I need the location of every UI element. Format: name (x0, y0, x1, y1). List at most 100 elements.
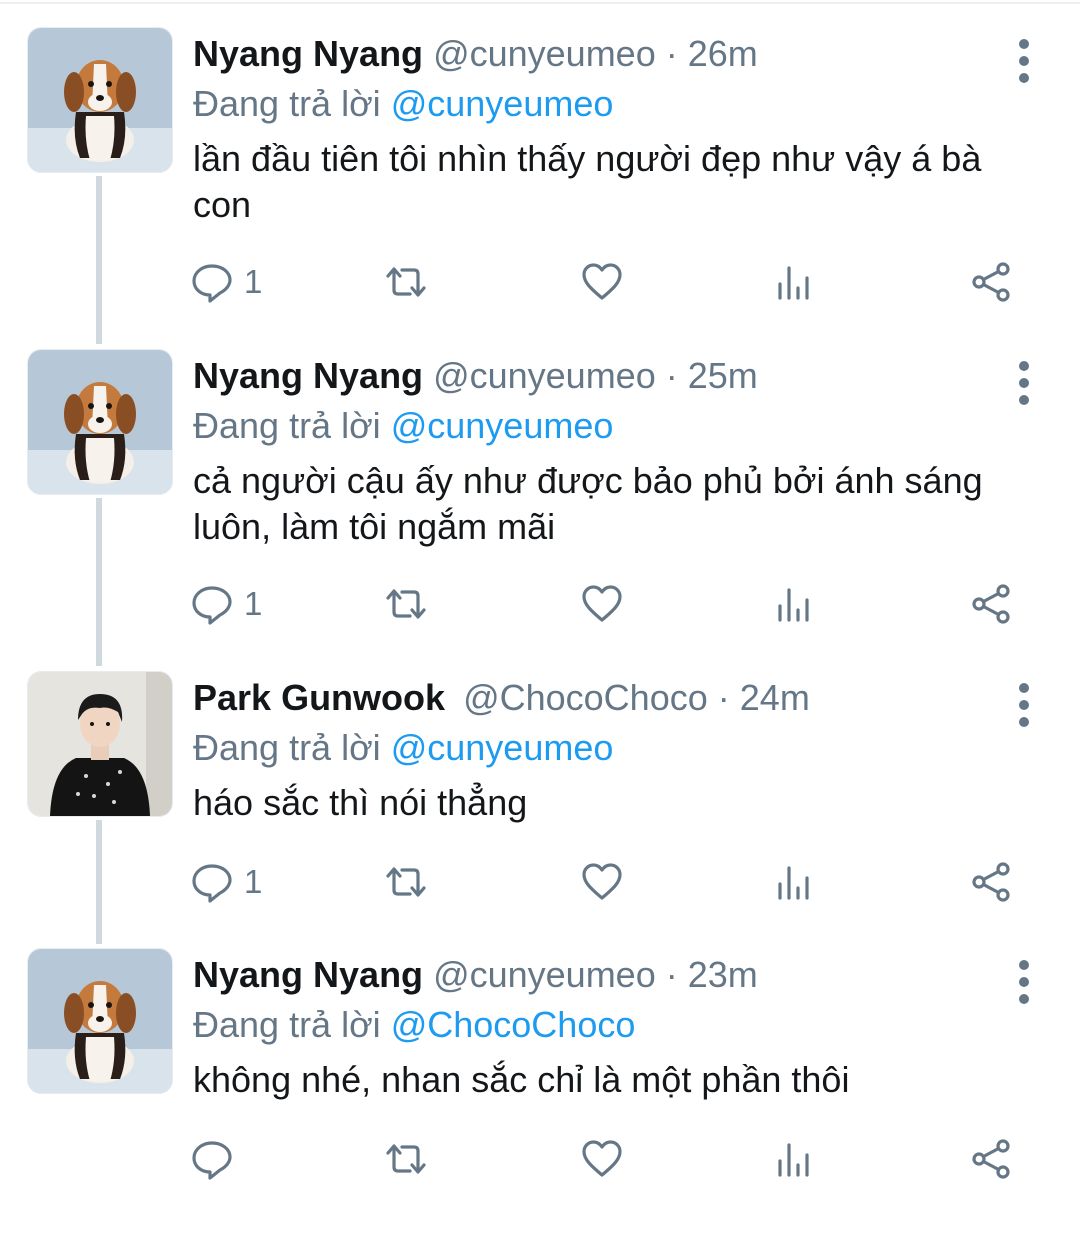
avatar[interactable] (27, 27, 173, 173)
retweet-arrows-icon (386, 589, 426, 619)
vertical-ellipsis-icon[interactable] (1016, 959, 1032, 1005)
vertical-ellipsis-icon[interactable] (1016, 38, 1032, 84)
separator-dot: · (665, 33, 678, 74)
tweet-body: Nyang Nyang @cunyeumeo · 23m Đang trả lờ… (193, 949, 993, 1103)
heart-outline-icon (582, 1140, 622, 1177)
share-nodes-icon (972, 262, 1010, 302)
user-handle[interactable]: @cunyeumeo (433, 954, 656, 995)
share-button[interactable] (970, 858, 1014, 906)
replying-to: Đang trả lời @cunyeumeo (193, 80, 993, 128)
tweet-actions: 1 (190, 858, 1030, 906)
beagle-puppy-avatar-image (28, 350, 172, 494)
heart-outline-icon (582, 863, 622, 900)
reply-button[interactable]: 1 (190, 580, 262, 628)
tweet-text: cả người cậu ấy như được bảo phủ bởi ánh… (193, 460, 983, 547)
reply-count: 1 (244, 263, 263, 300)
timestamp[interactable]: 26m (688, 33, 758, 74)
replying-to-handle-link[interactable]: @cunyeumeo (391, 727, 614, 768)
replying-to-label: Đang trả lời (193, 727, 381, 768)
tweet-header: Nyang Nyang @cunyeumeo · 23m (193, 949, 993, 1001)
beagle-puppy-avatar-image (28, 28, 172, 172)
vertical-ellipsis-icon[interactable] (1016, 682, 1032, 728)
tweet-body: Park Gunwook @ChocoChoco · 24m Đang trả … (193, 672, 993, 826)
share-nodes-icon (972, 1139, 1010, 1179)
beagle-puppy-avatar-image (28, 949, 172, 1093)
share-button[interactable] (970, 258, 1014, 306)
retweet-button[interactable] (382, 580, 430, 628)
like-button[interactable] (580, 1135, 624, 1183)
stats-button[interactable] (774, 580, 814, 628)
replying-to-label: Đang trả lời (193, 1004, 381, 1045)
display-name[interactable]: Park Gunwook (193, 677, 445, 718)
retweet-button[interactable] (382, 258, 430, 306)
share-nodes-icon (972, 862, 1010, 902)
replying-to-label: Đang trả lời (193, 405, 381, 446)
tweet-body: Nyang Nyang @cunyeumeo · 26m Đang trả lờ… (193, 28, 993, 228)
replying-to-label: Đang trả lời (193, 83, 381, 124)
user-handle[interactable]: @cunyeumeo (433, 355, 656, 396)
tweet-text: không nhé, nhan sắc chỉ là một phần thôi (193, 1059, 850, 1100)
share-button[interactable] (970, 1135, 1014, 1183)
like-button[interactable] (580, 858, 624, 906)
tweet-body: Nyang Nyang @cunyeumeo · 25m Đang trả lờ… (193, 350, 993, 550)
replying-to-handle-link[interactable]: @cunyeumeo (391, 83, 614, 124)
retweet-button[interactable] (382, 858, 430, 906)
user-handle[interactable]: @cunyeumeo (433, 33, 656, 74)
reply-button[interactable]: 1 (190, 858, 262, 906)
replying-to: Đang trả lời @ChocoChoco (193, 1001, 993, 1049)
timestamp[interactable]: 25m (688, 355, 758, 396)
avatar[interactable] (27, 349, 173, 495)
stats-button[interactable] (774, 1135, 814, 1183)
display-name[interactable]: Nyang Nyang (193, 355, 423, 396)
tweet[interactable]: Nyang Nyang @cunyeumeo · 25m Đang trả lờ… (0, 322, 1080, 644)
tweet-actions (190, 1135, 1030, 1183)
retweet-arrows-icon (386, 267, 426, 297)
tweet-text: lần đầu tiên tôi nhìn thấy người đẹp như… (193, 138, 982, 225)
tweet-header: Nyang Nyang @cunyeumeo · 25m (193, 350, 993, 402)
tweet-actions: 1 (190, 258, 1030, 306)
tweet-actions: 1 (190, 580, 1030, 628)
replying-to: Đang trả lời @cunyeumeo (193, 724, 993, 772)
display-name[interactable]: Nyang Nyang (193, 33, 423, 74)
avatar[interactable] (27, 948, 173, 1094)
retweet-arrows-icon (386, 1144, 426, 1174)
replying-to-handle-link[interactable]: @ChocoChoco (391, 1004, 636, 1045)
bar-chart-icon (778, 266, 809, 300)
vertical-ellipsis-icon[interactable] (1016, 360, 1032, 406)
stats-button[interactable] (774, 258, 814, 306)
heart-outline-icon (582, 585, 622, 622)
reply-count: 1 (244, 863, 263, 900)
timestamp[interactable]: 23m (688, 954, 758, 995)
separator-dot: · (665, 355, 678, 396)
reply-count: 1 (244, 585, 263, 622)
speech-bubble-icon (192, 264, 232, 303)
like-button[interactable] (580, 258, 624, 306)
share-nodes-icon (972, 584, 1010, 624)
speech-bubble-icon (192, 1141, 232, 1180)
separator-dot: · (665, 954, 678, 995)
avatar[interactable] (27, 671, 173, 817)
tweet-header: Nyang Nyang @cunyeumeo · 26m (193, 28, 993, 80)
bar-chart-icon (778, 588, 809, 622)
timestamp[interactable]: 24m (740, 677, 810, 718)
share-button[interactable] (970, 580, 1014, 628)
user-handle[interactable]: @ChocoChoco (463, 677, 708, 718)
retweet-button[interactable] (382, 1135, 430, 1183)
tweet-text: háo sắc thì nói thẳng (193, 782, 528, 823)
replying-to-handle-link[interactable]: @cunyeumeo (391, 405, 614, 446)
reply-button[interactable] (190, 1135, 244, 1183)
heart-outline-icon (582, 263, 622, 300)
reply-button[interactable]: 1 (190, 258, 262, 306)
tweet[interactable]: Nyang Nyang @cunyeumeo · 23m Đang trả lờ… (0, 921, 1080, 1243)
stats-button[interactable] (774, 858, 814, 906)
speech-bubble-icon (192, 864, 232, 903)
person-avatar-image (28, 672, 172, 816)
bar-chart-icon (778, 866, 809, 900)
tweet[interactable]: Nyang Nyang @cunyeumeo · 26m Đang trả lờ… (0, 0, 1080, 322)
speech-bubble-icon (192, 586, 232, 625)
like-button[interactable] (580, 580, 624, 628)
tweet[interactable]: Park Gunwook @ChocoChoco · 24m Đang trả … (0, 644, 1080, 966)
display-name[interactable]: Nyang Nyang (193, 954, 423, 995)
retweet-arrows-icon (386, 867, 426, 897)
replying-to: Đang trả lời @cunyeumeo (193, 402, 993, 450)
